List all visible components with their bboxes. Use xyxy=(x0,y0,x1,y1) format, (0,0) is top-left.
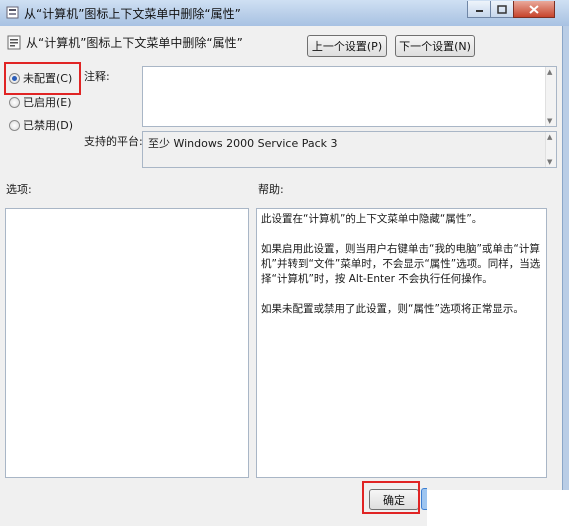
minimize-icon xyxy=(475,10,483,12)
options-panel[interactable] xyxy=(5,208,249,478)
help-paragraph: 此设置在“计算机”的上下文菜单中隐藏“属性”。 xyxy=(261,213,483,225)
policy-title: 从“计算机”图标上下文菜单中删除“属性” xyxy=(26,36,243,50)
scroll-down-icon[interactable]: ▼ xyxy=(547,158,552,166)
scroll-down-icon[interactable]: ▼ xyxy=(547,117,552,125)
help-panel[interactable]: 此设置在“计算机”的上下文菜单中隐藏“属性”。 如果启用此设置，则当用户右键单击… xyxy=(256,208,547,478)
window-title: 从“计算机”图标上下文菜单中删除“属性” xyxy=(24,7,241,21)
radio-enabled[interactable]: 已启用(E) xyxy=(9,94,72,110)
dialog-client-area: 从“计算机”图标上下文菜单中删除“属性” 上一个设置(P) 下一个设置(N) 未… xyxy=(0,26,569,526)
policy-document-icon xyxy=(7,35,21,50)
previous-setting-button[interactable]: 上一个设置(P) xyxy=(307,35,387,57)
platform-label: 支持的平台: xyxy=(84,135,143,148)
radio-button-icon[interactable] xyxy=(9,119,20,131)
radio-label-disabled: 已禁用(D) xyxy=(23,119,74,132)
platform-scrollbar[interactable]: ▲ ▼ xyxy=(545,132,556,167)
platform-value: 至少 Windows 2000 Service Pack 3 xyxy=(148,137,338,150)
window-right-border xyxy=(562,26,569,526)
help-paragraph: 如果启用此设置，则当用户右键单击“我的电脑”或单击“计算机”并转到“文件”菜单时… xyxy=(261,243,541,285)
highlight-ok-button xyxy=(362,481,420,514)
comment-label: 注释: xyxy=(84,70,110,83)
help-text: 此设置在“计算机”的上下文菜单中隐藏“属性”。 如果启用此设置，则当用户右键单击… xyxy=(261,212,543,332)
next-setting-button[interactable]: 下一个设置(N) xyxy=(395,35,475,57)
options-label: 选项: xyxy=(6,183,32,196)
maximize-button[interactable] xyxy=(490,1,514,18)
title-bar[interactable]: 从“计算机”图标上下文菜单中删除“属性” xyxy=(0,0,569,27)
policy-setting-icon xyxy=(6,6,19,19)
close-icon xyxy=(529,4,539,14)
scroll-up-icon[interactable]: ▲ xyxy=(547,68,552,76)
radio-button-icon[interactable] xyxy=(9,96,20,108)
radio-disabled[interactable]: 已禁用(D) xyxy=(9,117,73,133)
platform-field: 至少 Windows 2000 Service Pack 3 ▲ ▼ xyxy=(142,131,557,168)
minimize-button[interactable] xyxy=(467,1,491,18)
highlight-not-configured xyxy=(4,62,81,95)
radio-label-enabled: 已启用(E) xyxy=(23,96,72,109)
policy-dialog-window: 从“计算机”图标上下文菜单中删除“属性” 从“计算机”图标上下文菜单中删除“属性… xyxy=(0,0,569,526)
close-button[interactable] xyxy=(513,1,555,18)
comment-textarea[interactable]: ▲ ▼ xyxy=(142,66,557,127)
help-paragraph: 如果未配置或禁用了此设置，则“属性”选项将正常显示。 xyxy=(261,303,524,315)
scroll-up-icon[interactable]: ▲ xyxy=(547,133,552,141)
comment-scrollbar[interactable]: ▲ ▼ xyxy=(545,67,556,126)
help-label: 帮助: xyxy=(258,183,284,196)
cropped-area xyxy=(427,490,569,526)
window-controls xyxy=(467,1,555,19)
maximize-icon xyxy=(497,4,507,14)
